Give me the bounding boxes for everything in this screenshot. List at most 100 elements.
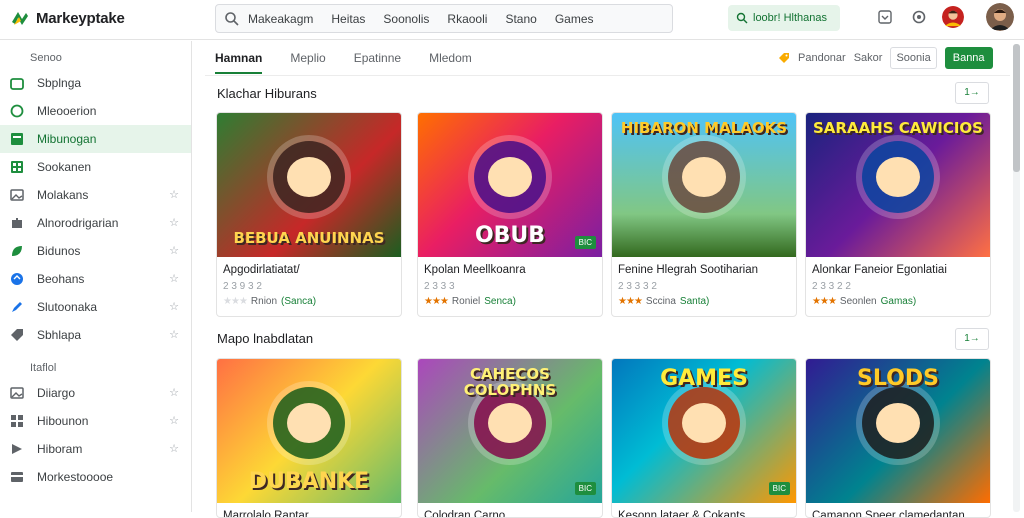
rating-label: Seonlen <box>839 296 877 307</box>
star-icon[interactable]: ☆ <box>169 216 179 229</box>
sidebar-item-label: Mleooerion <box>37 104 97 118</box>
sidebar: Senoo Sbplnga Mleooerion Mibunogan Sookanen… <box>0 41 192 512</box>
tabs-divider <box>205 75 1010 76</box>
apps-icon <box>11 415 23 427</box>
tag-icon <box>779 53 789 63</box>
game-thumbnail[interactable]: HIBARON MALAOKS <box>612 113 796 257</box>
game-thumbnail[interactable]: DUBANKE <box>217 359 401 503</box>
sidebar-item[interactable]: Diiargo ☆ <box>0 379 191 407</box>
sort-filter-label[interactable]: Pandonar <box>798 52 846 64</box>
search-chip[interactable]: Stano <box>505 12 536 26</box>
sidebar-item-label: Mibunogan <box>37 132 97 146</box>
scrollbar-thumb[interactable] <box>1013 44 1020 172</box>
sidebar-item[interactable]: Sbhlapa ☆ <box>0 321 191 349</box>
sidebar-item[interactable]: Molakans ☆ <box>0 181 191 209</box>
star-icon[interactable]: ☆ <box>169 188 179 201</box>
sort-select[interactable]: Soonia <box>890 47 937 69</box>
search-chip[interactable]: Rkaooli <box>447 12 487 26</box>
sidebar-item-label: Hibounon <box>37 414 89 428</box>
game-thumbnail[interactable]: SLODS <box>806 359 990 503</box>
category-tabs: Hamnan Meplio Epatinne Mledom <box>215 44 472 74</box>
game-meta: 2 3 9 3 2 <box>223 281 262 292</box>
game-thumbnail[interactable]: BEBUA ANUINNAS <box>217 113 401 257</box>
sidebar-item[interactable]: Bidunos ☆ <box>0 237 191 265</box>
sidebar-item[interactable]: Mibunogan <box>0 125 191 153</box>
rating-stars: ★★★ <box>618 296 643 307</box>
tab-hamnan[interactable]: Hamnan <box>215 44 263 74</box>
thumbnail-badge: BIC <box>574 236 596 249</box>
sidebar-item[interactable]: Slutoonaka ☆ <box>0 293 191 321</box>
game-card[interactable]: DUBANKEMarrolalo Raptar2 3 3 3 2 <box>216 358 402 518</box>
see-more-button[interactable]: 1→ <box>955 82 989 104</box>
game-title[interactable]: Camanon Speer clamedantan <box>806 503 990 517</box>
app-logo[interactable]: Markeyptake <box>10 8 125 28</box>
game-card[interactable]: BEBUA ANUINNAS Apgodirlatiatat/2 3 9 3 2 ★… <box>216 112 402 317</box>
search-chip[interactable]: Heitas <box>331 12 365 26</box>
sidebar-item[interactable]: Hibounon ☆ <box>0 407 191 435</box>
promo-button[interactable]: loobr! Hlthanas <box>728 5 840 31</box>
sidebar-heading: Senoo <box>30 52 62 64</box>
profile-avatar[interactable] <box>986 3 1014 31</box>
star-icon[interactable]: ☆ <box>169 272 179 285</box>
star-icon[interactable]: ☆ <box>169 328 179 341</box>
game-card[interactable]: HIBARON MALAOKS Fenine Hlegrah Sootiharia… <box>611 112 797 317</box>
game-card[interactable]: SLODSCamanon Speer clamedantan2 3 3 2 2 <box>805 358 991 518</box>
sidebar-item[interactable]: Sbplnga <box>0 69 191 97</box>
see-more-button[interactable]: 1→ <box>955 328 989 350</box>
category-tag[interactable]: Santa) <box>680 296 709 307</box>
game-meta: 2 3 3 3 2 <box>618 281 657 292</box>
category-tag[interactable]: (Sanca) <box>281 296 316 307</box>
game-card[interactable]: SARAAHS CAWICIOS Alonkar Faneior Egonlati… <box>805 112 991 317</box>
rating-label: Roniel <box>451 296 481 307</box>
sidebar-item[interactable]: Morkestooooe <box>0 463 191 491</box>
inbox-icon[interactable] <box>874 6 896 28</box>
game-rating: ★★★ Roniel Senca) <box>418 293 602 307</box>
tab-epatinne[interactable]: Epatinne <box>354 44 401 72</box>
game-thumbnail[interactable]: CAHECOS COLOPHNS BIC <box>418 359 602 503</box>
rating-stars: ★★★ <box>812 296 837 307</box>
tab-meplio[interactable]: Meplio <box>290 44 325 72</box>
category-tag[interactable]: Senca) <box>484 296 516 307</box>
game-title[interactable]: Apgodirlatiatat/ <box>217 257 401 279</box>
sidebar-item[interactable]: Hiboram ☆ <box>0 435 191 463</box>
game-thumbnail[interactable]: OBUB BIC <box>418 113 602 257</box>
search-bar[interactable]: Makeakagm Heitas Soonolis Rkaooli Stano … <box>215 4 673 33</box>
game-title[interactable]: Colodran Carno <box>418 503 602 517</box>
star-icon[interactable]: ☆ <box>169 442 179 455</box>
game-card[interactable]: GAMESBICKesonn lataer & Cokants2 3 3 2 2 <box>611 358 797 518</box>
sidebar-item[interactable]: Sookanen <box>0 153 191 181</box>
sidebar-item-label: Bidunos <box>37 244 81 258</box>
section-title: Mapo lnabdlatan <box>217 331 314 346</box>
character-face <box>876 403 920 443</box>
search-chip[interactable]: Soonolis <box>383 12 429 26</box>
scrollbar[interactable] <box>1013 44 1020 512</box>
star-icon[interactable]: ☆ <box>169 386 179 399</box>
game-thumbnail[interactable]: SARAAHS CAWICIOS <box>806 113 990 257</box>
search-chip[interactable]: Games <box>555 12 594 26</box>
category-tag[interactable]: Gamas) <box>881 296 917 307</box>
search-chip[interactable]: Makeakagm <box>248 12 313 26</box>
game-title[interactable]: Fenine Hlegrah Sootiharian <box>612 257 796 279</box>
star-icon[interactable]: ☆ <box>169 244 179 257</box>
game-title[interactable]: Kpolan Meellkoanra <box>418 257 602 279</box>
tab-mledom[interactable]: Mledom <box>429 44 472 72</box>
sidebar-item[interactable]: Beohans ☆ <box>0 265 191 293</box>
sidebar-item[interactable]: Alnorodrigarian ☆ <box>0 209 191 237</box>
apply-button[interactable]: Banna <box>944 47 993 69</box>
game-art-title: SLODS <box>857 366 939 391</box>
game-title[interactable]: Marrolalo Raptar <box>217 503 401 517</box>
star-icon[interactable]: ☆ <box>169 300 179 313</box>
star-icon[interactable]: ☆ <box>169 414 179 427</box>
game-thumbnail[interactable]: GAMES BIC <box>612 359 796 503</box>
game-card[interactable]: OBUB BIC Kpolan Meellkoanra 2 3 3 3 ★★★ Ronie… <box>417 112 603 317</box>
rating-stars: ★★★ <box>223 296 248 307</box>
game-art-title: CAHECOS COLOPHNS <box>463 365 557 399</box>
game-title[interactable]: Kesonn lataer & Cokants <box>612 503 796 517</box>
avatar[interactable] <box>942 6 964 28</box>
sidebar-item[interactable]: Mleooerion <box>0 97 191 125</box>
game-card[interactable]: CAHECOS COLOPHNSBICColodran Carno2 3 3 3… <box>417 358 603 518</box>
table-icon <box>11 161 23 173</box>
settings-icon[interactable] <box>908 6 930 28</box>
rating-stars: ★★★ <box>424 296 449 307</box>
game-title[interactable]: Alonkar Faneior Egonlatiai <box>806 257 990 279</box>
